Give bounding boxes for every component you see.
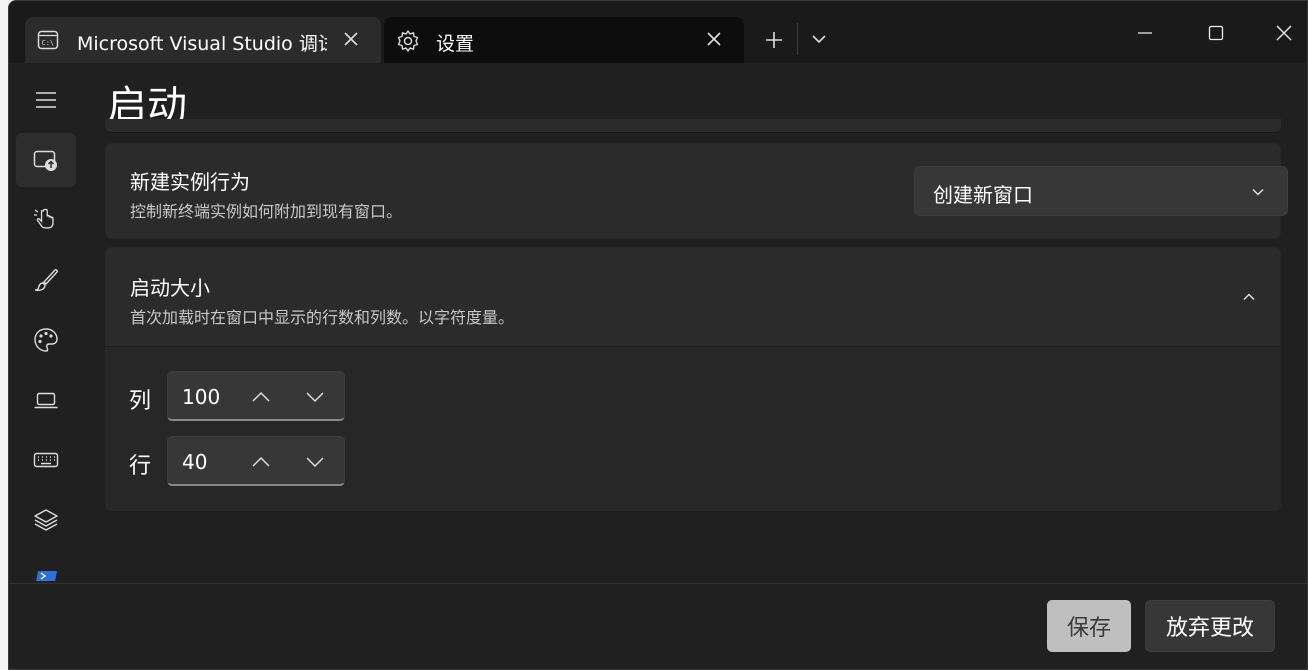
- previous-card-edge: [105, 119, 1281, 133]
- tab-title: 设置: [436, 33, 475, 55]
- plus-icon[interactable]: [759, 25, 789, 55]
- columns-value: 100: [182, 385, 221, 409]
- svg-text:C:\: C:\: [42, 39, 55, 47]
- tab-separator: [797, 23, 798, 55]
- chevron-up-icon[interactable]: [1240, 288, 1258, 306]
- rows-label: 行: [129, 454, 152, 479]
- laptop-icon: [33, 387, 59, 413]
- minimize-icon[interactable]: [1133, 21, 1157, 45]
- chevron-down-icon[interactable]: [809, 29, 829, 49]
- terminal-icon: C:\: [37, 29, 59, 51]
- nav-item-profile[interactable]: [16, 555, 76, 581]
- chevron-down-icon[interactable]: [304, 386, 326, 408]
- tab-settings[interactable]: 设置: [384, 17, 744, 63]
- nav-item-startup[interactable]: [16, 133, 76, 187]
- hamburger-menu-button[interactable]: [16, 73, 76, 127]
- chevron-down-icon[interactable]: [304, 451, 326, 473]
- save-button[interactable]: 保存: [1047, 600, 1131, 652]
- nav-item-actions[interactable]: [16, 433, 76, 487]
- discard-changes-button[interactable]: 放弃更改: [1145, 600, 1275, 652]
- palette-icon: [33, 327, 59, 353]
- launch-size-expander-header[interactable]: 启动大小 首次加载时在窗口中显示的行数和列数。以字符度量。: [105, 247, 1281, 347]
- startup-icon: [33, 147, 59, 173]
- card-description: 首次加载时在窗口中显示的行数和列数。以字符度量。: [130, 308, 515, 327]
- nav-item-interaction[interactable]: [16, 193, 76, 247]
- tab-title: Microsoft Visual Studio 调试: [77, 33, 327, 55]
- card-title: 启动大小: [130, 276, 210, 300]
- nav-item-rendering[interactable]: [16, 373, 76, 427]
- powershell-icon: [35, 571, 57, 581]
- close-icon[interactable]: [341, 29, 361, 49]
- rows-value: 40: [182, 450, 208, 474]
- title-bar: C:\ Microsoft Visual Studio 调试 设置: [9, 1, 1307, 63]
- rows-number-box[interactable]: 40: [167, 436, 345, 486]
- chevron-up-icon[interactable]: [250, 386, 272, 408]
- footer-bar: 保存 放弃更改: [9, 583, 1307, 669]
- chevron-up-icon[interactable]: [250, 451, 272, 473]
- card-title: 新建实例行为: [130, 170, 250, 194]
- launch-size-expander-body: 列 100 行 40: [105, 346, 1281, 511]
- settings-content: 启动 新建实例行为 控制新终端实例如何附加到现有窗口。 创建新窗口 启动大小 首…: [91, 63, 1307, 583]
- chevron-down-icon: [1249, 183, 1267, 201]
- pointer-click-icon: [33, 207, 59, 233]
- tab-visual-studio-debug[interactable]: C:\ Microsoft Visual Studio 调试: [25, 17, 381, 63]
- hamburger-icon: [34, 88, 58, 112]
- close-icon[interactable]: [704, 29, 724, 49]
- card-description: 控制新终端实例如何附加到现有窗口。: [130, 202, 403, 221]
- columns-number-box[interactable]: 100: [167, 371, 345, 421]
- keyboard-icon: [33, 447, 59, 473]
- navigation-sidebar: [9, 63, 91, 669]
- new-instance-behavior-card: 新建实例行为 控制新终端实例如何附加到现有窗口。 创建新窗口: [105, 143, 1288, 239]
- maximize-icon[interactable]: [1204, 21, 1228, 45]
- new-instance-dropdown[interactable]: 创建新窗口: [914, 166, 1288, 216]
- layers-icon: [33, 507, 59, 533]
- close-window-icon[interactable]: [1272, 21, 1296, 45]
- columns-label: 列: [129, 389, 152, 414]
- nav-item-color-schemes[interactable]: [16, 313, 76, 367]
- gear-icon: [396, 29, 419, 52]
- dropdown-selected-value: 创建新窗口: [933, 183, 1033, 207]
- settings-window: C:\ Microsoft Visual Studio 调试 设置 启动 新建实…: [8, 0, 1308, 670]
- brush-icon: [33, 267, 59, 293]
- nav-item-defaults[interactable]: [16, 493, 76, 547]
- nav-item-appearance[interactable]: [16, 253, 76, 307]
